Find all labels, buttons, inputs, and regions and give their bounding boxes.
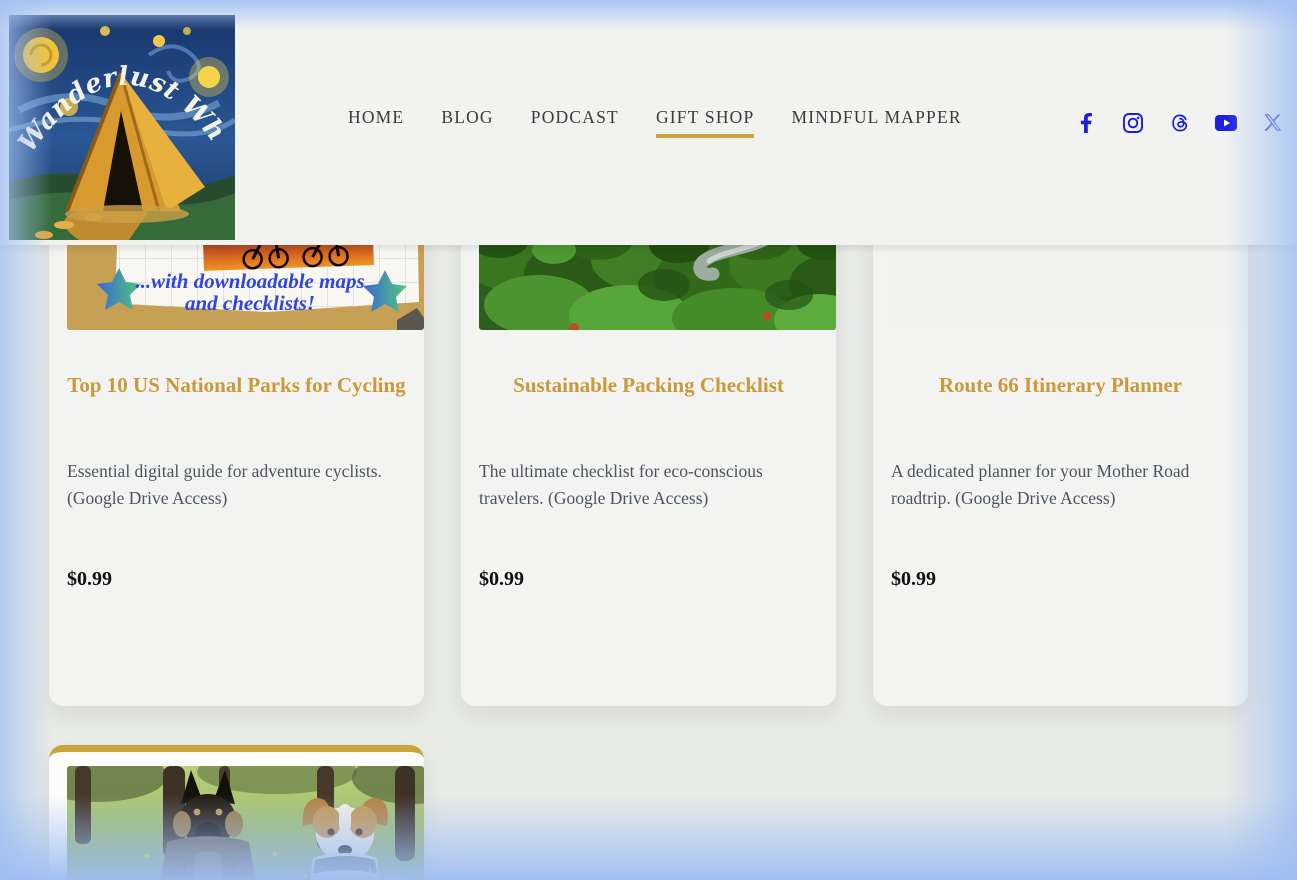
product-description: The ultimate checklist for eco-conscious… xyxy=(479,448,818,560)
product-title: Top 10 US National Parks for Cycling xyxy=(67,372,406,448)
product-card-cycling[interactable]: ...with downloadable maps and checklists… xyxy=(49,245,424,706)
product-title: Sustainable Packing Checklist xyxy=(479,372,818,448)
social-links xyxy=(1077,113,1283,133)
nav-item-home[interactable]: HOME xyxy=(348,107,404,138)
product-card-packing-checklist[interactable]: Sustainable Packing Checklist The ultima… xyxy=(461,245,836,706)
x-twitter-icon[interactable] xyxy=(1263,113,1283,133)
product-price: $0.99 xyxy=(479,568,818,591)
nav-item-mindful-mapper[interactable]: MINDFUL MAPPER xyxy=(791,107,961,138)
product-card-dogs[interactable] xyxy=(49,745,424,880)
product-card-route-66[interactable]: Route 66 Itinerary Planner A dedicated p… xyxy=(873,245,1248,706)
collage-text-line1: ...with downloadable maps xyxy=(135,269,364,293)
site-header: Wanderlust Whispers HOME BLOG PODCAST GI… xyxy=(0,0,1297,245)
nav-item-blog[interactable]: BLOG xyxy=(441,107,493,138)
shop-content: ...with downloadable maps and checklists… xyxy=(0,245,1297,880)
product-price: $0.99 xyxy=(891,568,1230,591)
product-row-1: ...with downloadable maps and checklists… xyxy=(49,245,1248,706)
product-image-forest-canopy xyxy=(479,245,836,330)
product-description: Essential digital guide for adventure cy… xyxy=(67,448,406,560)
product-image-cycling-collage: ...with downloadable maps and checklists… xyxy=(67,245,424,330)
instagram-icon[interactable] xyxy=(1123,113,1143,133)
product-title: Route 66 Itinerary Planner xyxy=(891,372,1230,448)
nav-item-podcast[interactable]: PODCAST xyxy=(531,107,619,138)
youtube-icon[interactable] xyxy=(1215,115,1237,131)
product-row-2 xyxy=(49,745,1248,880)
site-logo[interactable]: Wanderlust Whispers xyxy=(9,15,235,240)
product-image-placeholder xyxy=(891,245,1248,330)
threads-icon[interactable] xyxy=(1169,113,1189,133)
product-price: $0.99 xyxy=(67,568,406,591)
facebook-icon[interactable] xyxy=(1077,113,1097,133)
product-image-two-dogs xyxy=(67,766,424,880)
collage-text-line2: and checklists! xyxy=(185,291,315,315)
nav-item-gift-shop[interactable]: GIFT SHOP xyxy=(656,107,755,138)
product-description: A dedicated planner for your Mother Road… xyxy=(891,448,1230,560)
main-nav: HOME BLOG PODCAST GIFT SHOP MINDFUL MAPP… xyxy=(348,107,962,138)
